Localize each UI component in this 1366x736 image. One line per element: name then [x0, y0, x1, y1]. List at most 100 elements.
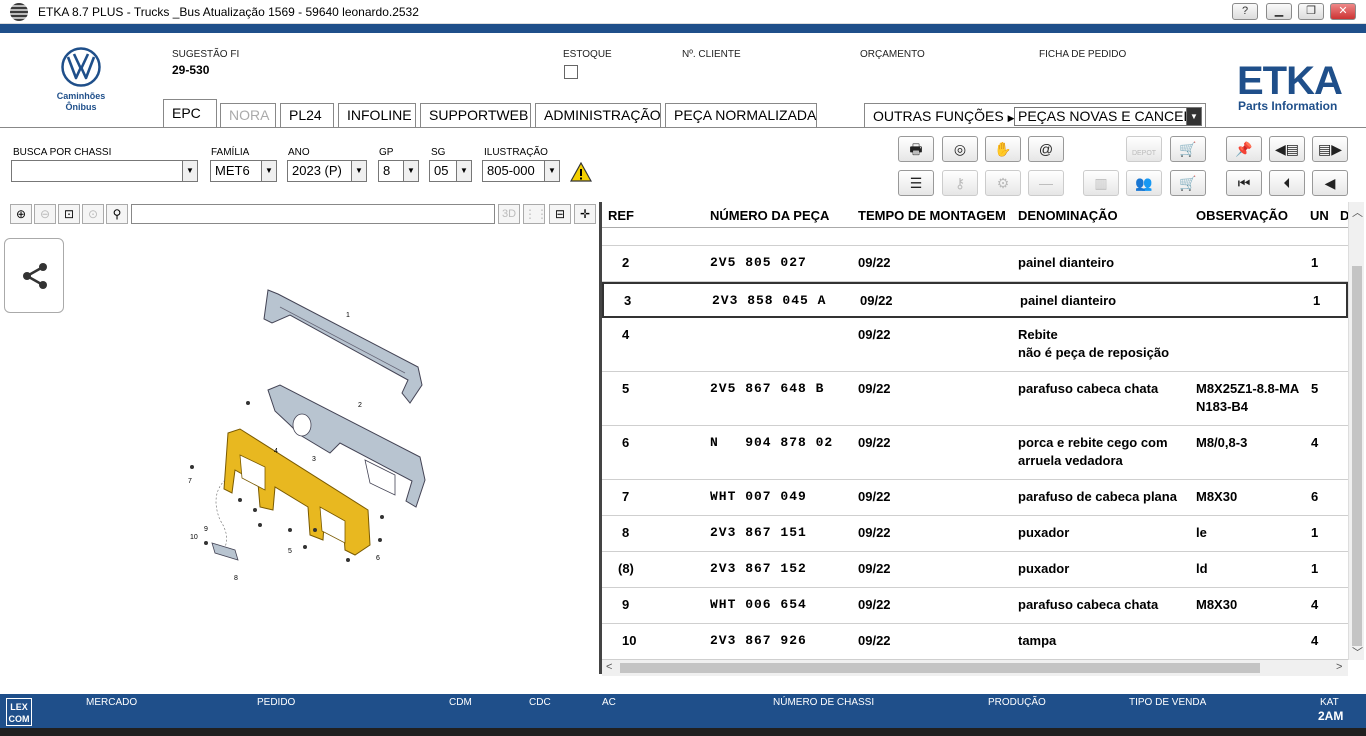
- scroll-down-icon[interactable]: ﹀: [1352, 644, 1363, 660]
- compare-icon[interactable]: ▥: [1083, 170, 1119, 196]
- search-icon[interactable]: ⚲: [106, 204, 128, 224]
- chevron-down-icon[interactable]: ▼: [544, 161, 559, 181]
- familia-select[interactable]: MET6 ▼: [210, 160, 277, 182]
- cell-tempo: 09/22: [858, 525, 891, 540]
- cell-ref: 2: [622, 255, 630, 270]
- gp-select[interactable]: 8 ▼: [378, 160, 419, 182]
- col-observacao[interactable]: OBSERVAÇÃO: [1196, 208, 1288, 223]
- cell-un: 1: [1311, 525, 1319, 540]
- scroll-up-icon[interactable]: ︿: [1352, 204, 1363, 220]
- chevron-down-icon[interactable]: ▼: [261, 161, 276, 181]
- key-icon[interactable]: ⚷: [942, 170, 978, 196]
- tab-nora[interactable]: NORA: [220, 103, 276, 127]
- outras-funcoes-select[interactable]: PEÇAS NOVAS E CANCEL. ▼: [1014, 107, 1202, 126]
- depot-button[interactable]: DEPOT: [1126, 136, 1162, 162]
- first-icon[interactable]: ⏮: [1226, 170, 1262, 196]
- cd-icon[interactable]: ◎: [942, 136, 978, 162]
- table-row[interactable]: 10 2V3 867 926 09/22 tampa 4: [602, 624, 1348, 660]
- chevron-down-icon[interactable]: ▼: [1186, 108, 1201, 125]
- share-button[interactable]: [4, 238, 64, 313]
- tab-infoline[interactable]: INFOLINE: [338, 103, 416, 127]
- cart-icon[interactable]: 🛒: [1170, 170, 1206, 196]
- table-row[interactable]: 7 WHT 007 049 09/22 parafuso de cabeca plan…: [602, 480, 1348, 516]
- print-icon[interactable]: 🖶: [898, 136, 934, 162]
- email-icon[interactable]: @: [1028, 136, 1064, 162]
- cell-numero: 2V5 867 648 B: [710, 381, 825, 396]
- callout-8: 8: [234, 575, 238, 582]
- col-numero[interactable]: NÚMERO DA PEÇA: [710, 208, 829, 223]
- close-button[interactable]: ✕: [1330, 3, 1356, 20]
- estoque-checkbox[interactable]: [564, 65, 578, 79]
- ilustracao-select[interactable]: 805-000 ▼: [482, 160, 560, 182]
- tab-administracao[interactable]: ADMINISTRAÇÃO: [535, 103, 661, 127]
- cell-denominacao: parafuso cabeca chata: [1018, 381, 1159, 396]
- app-icon[interactable]: [10, 3, 28, 21]
- handshake-icon[interactable]: ✋: [985, 136, 1021, 162]
- split-icon[interactable]: ⊟: [549, 204, 571, 224]
- back-icon[interactable]: ◀: [1312, 170, 1348, 196]
- chevron-down-icon[interactable]: ▼: [351, 161, 366, 181]
- minimize-button[interactable]: ▁: [1266, 3, 1292, 20]
- chassi-input[interactable]: ▼: [11, 160, 198, 182]
- previous-icon[interactable]: ⏴: [1269, 170, 1305, 196]
- table-row[interactable]: 5 2V5 867 648 B 09/22 parafuso cabeca chata…: [602, 372, 1348, 426]
- cell-denominacao: puxador: [1018, 561, 1070, 576]
- cell-ref: 4: [622, 327, 630, 342]
- outras-funcoes: OUTRAS FUNÇÕES ▶ PEÇAS NOVAS E CANCEL. ▼: [864, 103, 1206, 127]
- scroll-right-icon[interactable]: >: [1336, 661, 1342, 673]
- tab-supportweb[interactable]: SUPPORTWEB: [420, 103, 531, 127]
- table-row[interactable]: 6 N 904 878 02 09/22 porca e rebite cego co…: [602, 426, 1348, 480]
- tab-pl24[interactable]: PL24: [280, 103, 334, 127]
- people-icon[interactable]: 👥: [1126, 170, 1162, 196]
- status-chassi: NÚMERO DE CHASSI: [773, 697, 875, 708]
- ano-select[interactable]: 2023 (P) ▼: [287, 160, 367, 182]
- tab-epc[interactable]: EPC: [163, 99, 217, 128]
- scroll-thumb[interactable]: [1352, 266, 1362, 646]
- chevron-down-icon[interactable]: ▼: [403, 161, 418, 181]
- col-ref[interactable]: REF: [608, 208, 634, 223]
- cell-numero: WHT 006 654: [710, 597, 807, 612]
- chevron-down-icon[interactable]: ▼: [456, 161, 471, 181]
- list-icon[interactable]: ☰: [898, 170, 934, 196]
- zoom-fit-icon[interactable]: ⊡: [58, 204, 80, 224]
- tab-peca-normalizada[interactable]: PEÇA NORMALIZADA: [665, 103, 817, 127]
- horizontal-scrollbar[interactable]: < >: [602, 660, 1348, 676]
- minus-icon[interactable]: —: [1028, 170, 1064, 196]
- zoom-out-icon[interactable]: ⊖: [34, 204, 56, 224]
- warning-icon[interactable]: [570, 162, 592, 182]
- viewer-search-input[interactable]: [131, 204, 495, 224]
- view-3d-button[interactable]: 3D: [498, 204, 520, 224]
- zoom-reset-icon[interactable]: ⊙: [82, 204, 104, 224]
- help-button[interactable]: ?: [1232, 3, 1258, 20]
- table-row[interactable]: 8 2V3 867 151 09/22 puxador le 1: [602, 516, 1348, 552]
- table-row[interactable]: 3 2V3 858 045 A 09/22 painel dianteiro 1: [602, 282, 1348, 318]
- cart-remove-icon[interactable]: 🛒: [1170, 136, 1206, 162]
- pin-icon[interactable]: 📌: [1226, 136, 1262, 162]
- col-denominacao[interactable]: DENOMINAÇÃO: [1018, 208, 1118, 223]
- table-row[interactable]: (8) 2V3 867 152 09/22 puxador ld 1: [602, 552, 1348, 588]
- scroll-left-icon[interactable]: <: [606, 661, 612, 673]
- col-un[interactable]: UN: [1310, 208, 1329, 223]
- expand-icon[interactable]: ✛: [574, 204, 596, 224]
- table-row[interactable]: 4 09/22 Rebite não é peça de reposição: [602, 318, 1348, 372]
- chevron-down-icon[interactable]: ▼: [182, 161, 197, 181]
- sg-select[interactable]: 05 ▼: [429, 160, 472, 182]
- cell-ref: 3: [624, 293, 632, 308]
- next-page-icon[interactable]: ▤▶: [1312, 136, 1348, 162]
- parts-illustration[interactable]: 1 2 3 4 5 6 7 8 9 10: [180, 285, 440, 585]
- cell-numero: WHT 007 049: [710, 489, 807, 504]
- table-row[interactable]: 9 WHT 006 654 09/22 parafuso cabeca chata M8…: [602, 588, 1348, 624]
- status-bar: LEX COM MERCADO PEDIDO CDM CDC AC NÚMERO…: [0, 694, 1366, 728]
- previous-page-icon[interactable]: ◀▤: [1269, 136, 1305, 162]
- etka-app: ETKA 8.7 PLUS - Trucks _Bus Atualização …: [0, 0, 1366, 736]
- zoom-in-icon[interactable]: ⊕: [10, 204, 32, 224]
- cell-numero: 2V3 867 151: [710, 525, 807, 540]
- tools-icon[interactable]: ⚙: [985, 170, 1021, 196]
- scroll-thumb-horizontal[interactable]: [620, 663, 1260, 673]
- cell-denominacao: porca e rebite cego com: [1018, 435, 1168, 450]
- grid-icon[interactable]: ⋮⋮: [523, 204, 548, 224]
- restore-button[interactable]: ❐: [1298, 3, 1324, 20]
- vertical-scrollbar[interactable]: ︿ ﹀: [1348, 202, 1364, 660]
- col-tempo[interactable]: TEMPO DE MONTAGEM: [858, 208, 1006, 223]
- table-row[interactable]: 2 2V5 805 027 09/22 painel dianteiro 1: [602, 246, 1348, 282]
